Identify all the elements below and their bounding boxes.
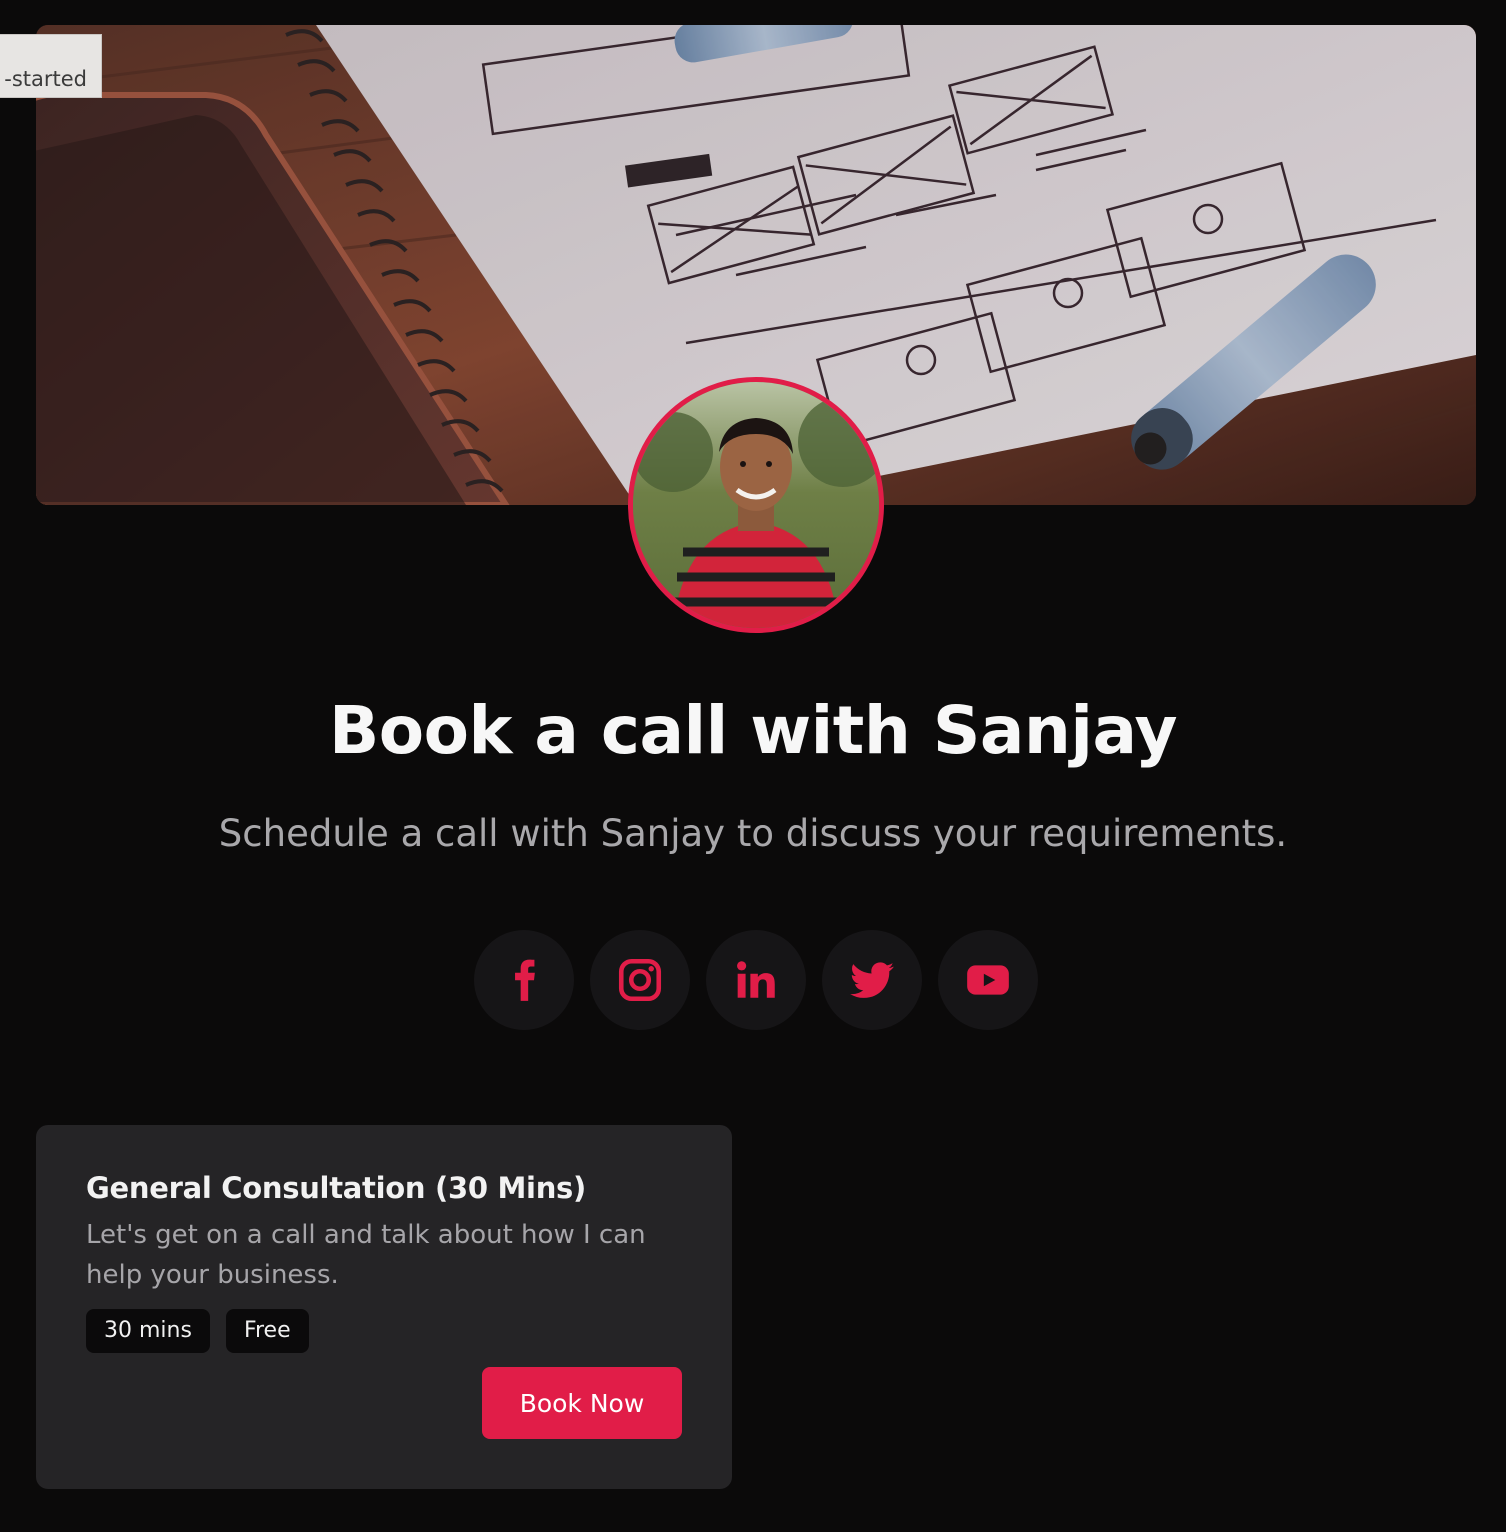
service-description: Let's get on a call and talk about how I… [86, 1220, 646, 1290]
book-now-button[interactable]: Book Now [482, 1367, 682, 1439]
instagram-link[interactable] [590, 930, 690, 1030]
twitter-icon [850, 962, 894, 998]
twitter-link[interactable] [822, 930, 922, 1030]
facebook-link[interactable] [474, 930, 574, 1030]
youtube-icon [967, 965, 1009, 995]
price-badge: Free [225, 1309, 309, 1353]
avatar [628, 377, 884, 633]
booking-page: -started Book a call with Sanjay Schedul… [0, 0, 1506, 1532]
corner-tag: -started [0, 34, 102, 98]
page-subtitle: Schedule a call with Sanjay to discuss y… [218, 812, 1288, 855]
linkedin-icon [737, 961, 775, 998]
facebook-icon [515, 959, 535, 1001]
youtube-link[interactable] [938, 930, 1038, 1030]
service-meta: 30 mins Free [86, 1309, 682, 1353]
instagram-icon [618, 958, 662, 1002]
social-links [474, 930, 1038, 1030]
linkedin-link[interactable] [706, 930, 806, 1030]
service-card: General Consultation (30 Mins) Let's get… [36, 1125, 732, 1489]
page-title: Book a call with Sanjay [328, 692, 1178, 769]
service-title: General Consultation (30 Mins) [86, 1171, 586, 1205]
duration-badge: 30 mins [86, 1309, 210, 1353]
